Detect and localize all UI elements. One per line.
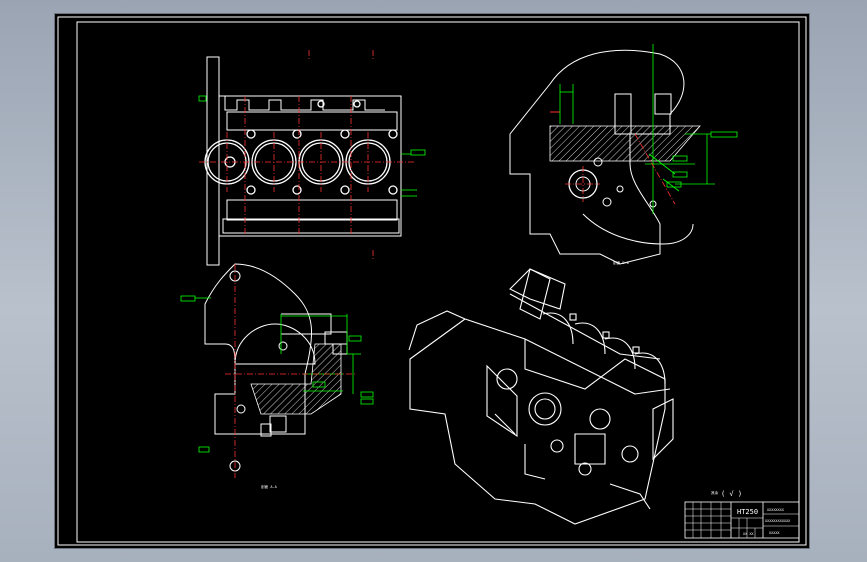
drawing-number: XXXXXXXX	[767, 508, 785, 512]
drawing-frame	[76, 21, 800, 543]
roughness-symbol: 其余 ( √ )	[711, 490, 742, 498]
material-label: HT250	[737, 508, 758, 516]
cad-viewport[interactable]: 剖面 B-B 剖面 A-A 其余 (√) HT250 XXXXXXXX XX…	[55, 14, 809, 548]
drawing-sheet: 剖面 B-B 剖面 A-A 其余 (√) HT250 XXXXXXXX XX…	[55, 14, 809, 548]
part-name: XXXXXXXXXXXX	[765, 519, 791, 523]
section-b-b-label: 剖面 B-B	[613, 260, 629, 265]
isometric-view[interactable]	[408, 268, 674, 525]
section-a-a-label: 剖面 A-A	[261, 484, 278, 489]
section-a-a-hatch	[250, 343, 342, 415]
front-view[interactable]	[206, 56, 402, 266]
outer-border	[57, 16, 807, 546]
front-view-center-lines	[199, 50, 415, 260]
svg-text:其余: 其余	[711, 490, 719, 495]
svg-text:( √ ): ( √ )	[721, 490, 742, 498]
sheet-info: XX XX	[743, 532, 754, 536]
company-name: XXXXX	[769, 531, 780, 535]
